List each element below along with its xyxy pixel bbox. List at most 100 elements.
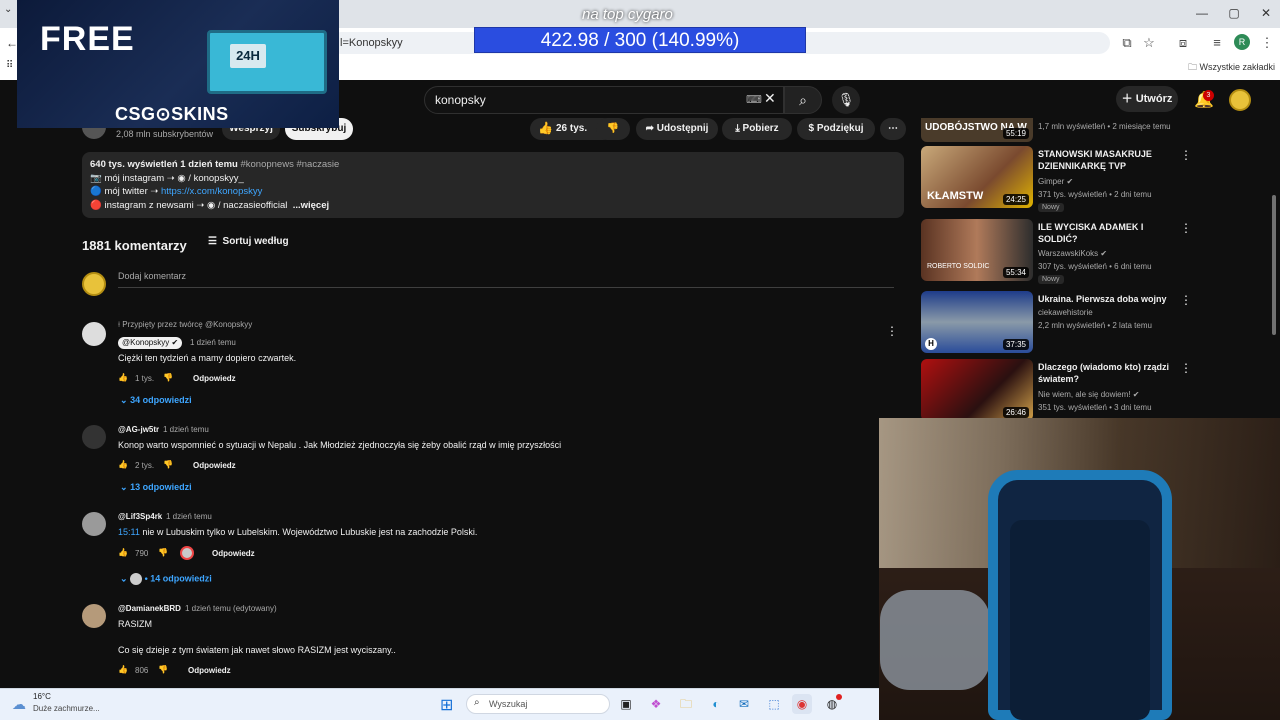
video-duration: 26:46 bbox=[1002, 407, 1029, 418]
install-app-icon[interactable]: ⧉ bbox=[1118, 34, 1136, 52]
comment-dislike-button[interactable]: 👎 bbox=[158, 665, 168, 674]
chrome-icon[interactable]: ◉ bbox=[792, 694, 812, 714]
video-thumbnail[interactable]: KŁAMSTW 24:25 bbox=[921, 146, 1033, 208]
comment-author[interactable]: @Lif3Sp4rk bbox=[118, 512, 162, 521]
share-label: Udostępnij bbox=[656, 123, 709, 134]
twitter-link[interactable]: https://x.com/konopskyy bbox=[161, 186, 262, 197]
channel-name[interactable]: ciekawehistorie bbox=[1038, 308, 1093, 317]
comment-like-button[interactable]: 👍 bbox=[118, 460, 128, 469]
video-thumbnail[interactable]: 26:46 bbox=[921, 359, 1033, 421]
video-title[interactable]: Dlaczego (wiadomo kto) rządzi światem? bbox=[1038, 361, 1178, 385]
video-thumbnail[interactable]: H 37:35 bbox=[921, 291, 1033, 353]
video-title[interactable]: Ukraina. Pierwsza doba wojny bbox=[1038, 293, 1178, 305]
timestamp-link[interactable]: 15:11 bbox=[118, 527, 140, 537]
thumbnail-text: KŁAMSTW bbox=[927, 190, 984, 202]
instagram-link[interactable]: ◉ / konopskyy_ bbox=[177, 173, 243, 184]
reading-list-icon[interactable]: ≡ bbox=[1208, 34, 1226, 52]
comment-avatar[interactable] bbox=[82, 322, 106, 346]
file-explorer-icon[interactable]: 🗀 bbox=[676, 694, 696, 714]
pinned-text: Przypięty przez twórcę @Konopskyy bbox=[122, 320, 253, 329]
comment-author[interactable]: @AG-jw5tr bbox=[118, 425, 159, 434]
show-replies-button[interactable]: ⌄ 34 odpowiedzi bbox=[120, 395, 192, 406]
channel-name[interactable]: Nie wiem, ale się dowiem! ✔ bbox=[1038, 390, 1139, 399]
comment-time[interactable]: 1 dzień temu (edytowany) bbox=[185, 604, 277, 613]
browser-menu-icon[interactable]: ⋮ bbox=[1258, 34, 1276, 52]
sort-comments-button[interactable]: ☰ Sortuj według bbox=[208, 236, 289, 247]
video-menu-icon[interactable]: ⋮ bbox=[1180, 361, 1192, 375]
account-avatar[interactable] bbox=[1229, 89, 1251, 111]
comment-like-button[interactable]: 👍 bbox=[118, 548, 128, 557]
minimize-icon[interactable]: — bbox=[1192, 4, 1212, 22]
news-instagram-link[interactable]: ◉ / naczasieofficial bbox=[207, 200, 287, 211]
dislike-button[interactable]: 👎 bbox=[596, 118, 630, 140]
more-actions-button[interactable]: ⋯ bbox=[880, 118, 906, 140]
comment-time[interactable]: 1 dzień temu bbox=[190, 338, 236, 347]
restore-icon[interactable]: ▢ bbox=[1224, 4, 1244, 22]
hashtags[interactable]: #konopnews #naczasie bbox=[240, 159, 339, 170]
replies-count: • 14 odpowiedzi bbox=[144, 573, 212, 584]
download-button[interactable]: ⤓ Pobierz bbox=[722, 118, 792, 140]
edge-icon[interactable]: ◐ bbox=[706, 694, 726, 714]
comment-time[interactable]: 1 dzień temu bbox=[163, 425, 209, 434]
close-icon[interactable]: ✕ bbox=[1256, 4, 1276, 22]
store-icon[interactable]: ⬚ bbox=[764, 694, 784, 714]
creator-name-badge[interactable]: @Konopskyy ✔ bbox=[118, 337, 183, 349]
search-button[interactable]: ⌕ bbox=[784, 86, 822, 114]
weather-description[interactable]: Duże zachmurze... bbox=[33, 704, 100, 713]
comment-dislike-button[interactable]: 👎 bbox=[158, 548, 168, 557]
comment-time[interactable]: 1 dzień temu bbox=[166, 512, 212, 521]
show-replies-button[interactable]: ⌄ • 14 odpowiedzi bbox=[120, 573, 212, 585]
reply-button[interactable]: Odpowiedz bbox=[193, 374, 236, 383]
comment-dislike-button[interactable]: 👎 bbox=[163, 460, 173, 469]
reply-button[interactable]: Odpowiedz bbox=[188, 666, 231, 675]
channel-name[interactable]: Gimper ✔ bbox=[1038, 177, 1073, 186]
reply-button[interactable]: Odpowiedz bbox=[193, 461, 236, 470]
video-thumbnail[interactable]: ROBERTO SOLDIC 55:34 bbox=[921, 219, 1033, 281]
cloud-icon[interactable]: ☁ bbox=[12, 696, 26, 713]
comment-like-button[interactable]: 👍 bbox=[118, 665, 128, 674]
video-title[interactable]: STANOWSKI MASAKRUJE DZIENNIKARKĘ TVP bbox=[1038, 148, 1178, 172]
thanks-button[interactable]: $ Podziękuj bbox=[797, 118, 875, 140]
video-title[interactable]: ILE WYCISKA ADAMEK I SOLDIĆ? bbox=[1038, 221, 1178, 245]
outlook-icon[interactable]: ✉ bbox=[734, 694, 754, 714]
comment-dislike-button[interactable]: 👎 bbox=[163, 373, 173, 382]
all-bookmarks-button[interactable]: 🗀 Wszystkie zakładki bbox=[1188, 58, 1278, 76]
video-thumbnail[interactable]: UDOBÓJSTWO NA W 55:19 bbox=[921, 118, 1033, 142]
bookmark-star-icon[interactable]: ☆ bbox=[1140, 34, 1158, 52]
video-menu-icon[interactable]: ⋮ bbox=[1180, 221, 1192, 235]
comment-avatar[interactable] bbox=[82, 425, 106, 449]
profile-avatar[interactable]: R bbox=[1234, 34, 1250, 50]
windows-start-icon[interactable]: ⊞ bbox=[440, 695, 453, 715]
show-replies-button[interactable]: ⌄ 13 odpowiedzi bbox=[120, 482, 192, 493]
show-more-link[interactable]: ...więcej bbox=[293, 200, 329, 211]
sort-label: Sortuj według bbox=[222, 236, 289, 247]
clear-search-icon[interactable]: ✕ bbox=[764, 90, 776, 107]
video-menu-icon[interactable]: ⋮ bbox=[1180, 148, 1192, 162]
comment-menu-icon[interactable]: ⋮ bbox=[886, 324, 898, 338]
share-button[interactable]: ➦ Udostępnij bbox=[636, 118, 718, 140]
task-view-icon[interactable]: ▣ bbox=[616, 694, 636, 714]
comment-avatar[interactable] bbox=[82, 604, 106, 628]
keyboard-icon[interactable]: ⌨ bbox=[746, 93, 762, 106]
tab-menu-chevron-icon[interactable]: ⌄ bbox=[4, 4, 12, 15]
video-menu-icon[interactable]: ⋮ bbox=[1180, 293, 1192, 307]
add-comment-input[interactable]: Dodaj komentarz bbox=[118, 271, 894, 288]
comment-avatar[interactable] bbox=[82, 512, 106, 536]
thanks-label: Podziękuj bbox=[816, 123, 864, 134]
apps-grid-icon[interactable]: ⠿ bbox=[6, 60, 13, 71]
copilot-icon[interactable]: ❖ bbox=[646, 694, 666, 714]
create-button[interactable]: ＋ Utwórz bbox=[1116, 86, 1178, 112]
page-scrollbar[interactable] bbox=[1272, 195, 1276, 335]
taskbar-search[interactable]: Wyszukaj bbox=[466, 694, 610, 714]
comment-author[interactable]: @DamianekBRD bbox=[118, 604, 181, 613]
channel-name[interactable]: WarszawskiKoks ✔ bbox=[1038, 249, 1107, 258]
reply-button[interactable]: Odpowiedz bbox=[212, 549, 255, 558]
comment-like-count: 1 tys. bbox=[135, 374, 155, 383]
voice-search-button[interactable]: 🎙 bbox=[832, 86, 860, 114]
weather-temperature[interactable]: 16°C bbox=[33, 692, 51, 701]
comment-like-button[interactable]: 👍 bbox=[118, 373, 128, 382]
download-label: Pobierz bbox=[742, 123, 779, 134]
search-input[interactable]: konopsky bbox=[424, 86, 784, 114]
video-description[interactable]: 640 tys. wyświetleń 1 dzień temu #konopn… bbox=[82, 152, 904, 218]
extensions-icon[interactable]: ⧈ bbox=[1174, 34, 1192, 52]
